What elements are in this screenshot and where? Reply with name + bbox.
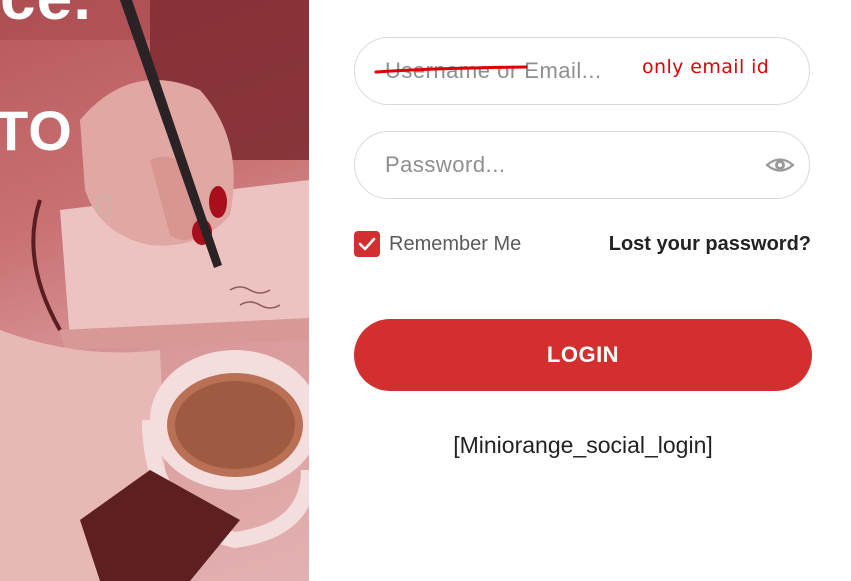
remember-checkbox[interactable]	[354, 231, 380, 257]
password-field[interactable]	[354, 131, 810, 199]
eye-icon[interactable]	[765, 154, 795, 176]
login-button[interactable]: LOGIN	[354, 319, 812, 391]
hero-heading-mid: TO	[0, 99, 73, 162]
social-login-shortcode: [Miniorange_social_login]	[453, 432, 713, 458]
strikethrough-mark	[374, 65, 528, 74]
hero-image-panel: ce. TO	[0, 0, 309, 581]
password-input[interactable]	[385, 132, 765, 198]
remember-me[interactable]: Remember Me	[354, 231, 521, 257]
remember-label: Remember Me	[389, 232, 522, 255]
hero-heading-top: ce.	[0, 0, 92, 34]
annotation-note: only email id	[642, 56, 770, 78]
username-field[interactable]: only email id	[354, 37, 810, 105]
checkmark-icon	[358, 237, 376, 251]
lost-password-link[interactable]: Lost your password?	[609, 231, 811, 257]
hero-photo	[0, 0, 309, 581]
